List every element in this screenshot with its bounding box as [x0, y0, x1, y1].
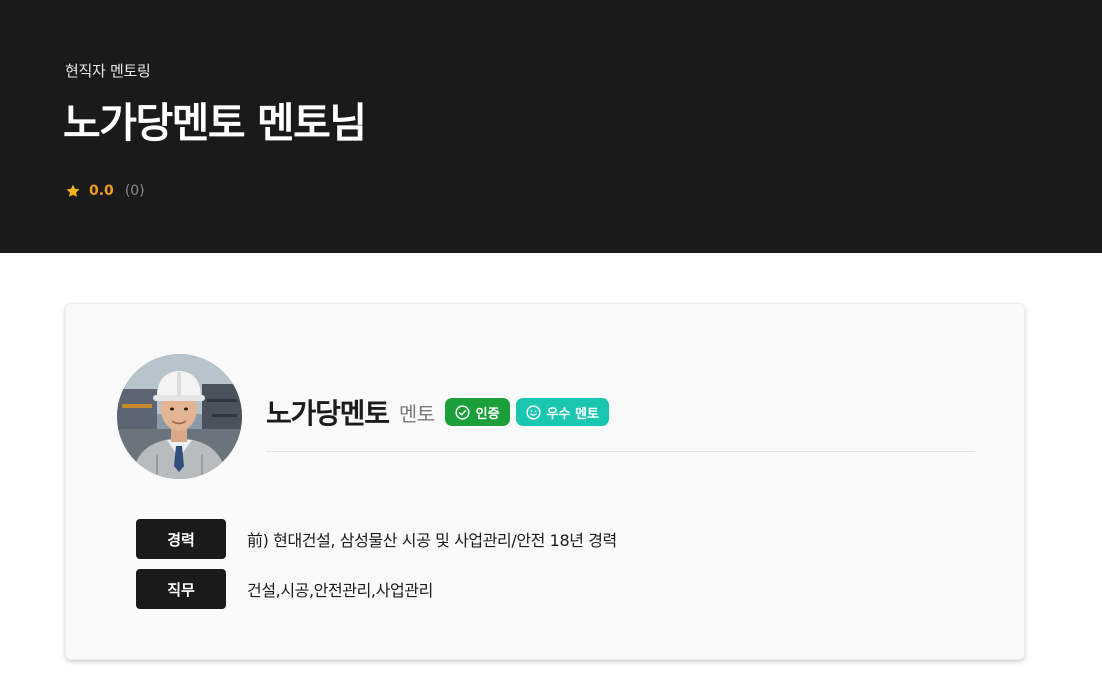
certified-badge: 인증	[444, 398, 510, 426]
divider	[266, 451, 975, 452]
avatar	[117, 354, 242, 479]
category-label: 현직자 멘토링	[65, 62, 151, 80]
hero-banner: 현직자 멘토링 노가당멘토 멘토님 0.0 (0)	[0, 0, 1102, 253]
check-circle-icon	[455, 404, 470, 420]
mentor-profile-card: 노가당멘토 멘토 인증 우수 멘토 경력 前) 현대건설, 삼성물산 시공 및 …	[65, 303, 1025, 660]
job-label: 직무	[136, 569, 226, 609]
career-label: 경력	[136, 519, 226, 559]
career-row: 경력 前) 현대건설, 삼성물산 시공 및 사업관리/안전 18년 경력	[136, 519, 617, 559]
rating-summary: 0.0 (0)	[65, 183, 145, 199]
star-icon	[66, 184, 80, 197]
mentor-name: 노가당멘토	[266, 397, 390, 430]
career-value: 前) 현대건설, 삼성물산 시공 및 사업관리/안전 18년 경력	[247, 531, 617, 550]
job-row: 직무 건설,시공,안전관리,사업관리	[136, 569, 433, 609]
smile-icon	[525, 404, 541, 420]
certified-badge-label: 인증	[475, 406, 500, 422]
review-count: (0)	[124, 183, 145, 199]
rating-score: 0.0	[89, 183, 114, 199]
mentor-role: 멘토	[398, 401, 435, 426]
top-mentor-badge-label: 우수 멘토	[546, 406, 599, 422]
top-mentor-badge: 우수 멘토	[515, 398, 609, 426]
page-title: 노가당멘토 멘토님	[63, 99, 367, 147]
mentor-name-row: 노가당멘토 멘토 인증 우수 멘토	[266, 392, 609, 432]
job-value: 건설,시공,안전관리,사업관리	[247, 581, 433, 600]
